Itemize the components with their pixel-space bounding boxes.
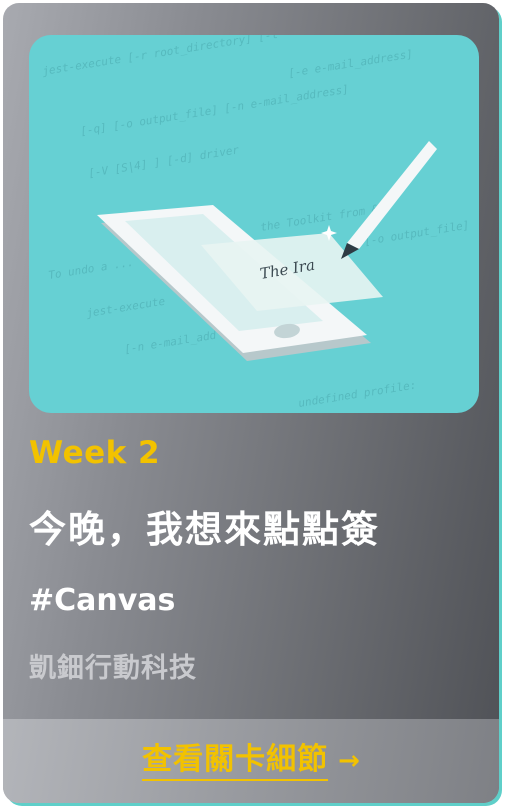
code-line: undefined profile: — [297, 378, 417, 409]
tablet-stylus-illustration: jest-execute [-r root_directory] [-l [-e… — [41, 35, 470, 410]
arrow-right-icon: → — [338, 746, 360, 776]
challenge-title: 今晚，我想來點點簽 — [29, 508, 380, 551]
view-details-link[interactable]: 查看關卡細節 → — [142, 741, 360, 781]
company-name: 凱鈿行動科技 — [29, 653, 197, 684]
hero-illustration: jest-execute [-r root_directory] [-l [-e… — [29, 35, 479, 413]
code-line: jest-execute — [85, 295, 166, 320]
code-line: [-q] [-o output_file] [-n e-mail_address… — [79, 83, 349, 138]
topic-tag: #Canvas — [29, 583, 176, 618]
code-line: To undo a ... — [47, 256, 134, 282]
code-line: [-e e-mail_address] — [287, 47, 413, 80]
view-details-label[interactable]: 查看關卡細節 — [142, 741, 329, 781]
card-footer: 查看關卡細節 → — [3, 719, 499, 803]
week-label: Week 2 — [29, 435, 161, 471]
challenge-card[interactable]: jest-execute [-r root_directory] [-l [-e… — [3, 3, 499, 803]
code-line: [-o output_file] — [363, 219, 470, 248]
code-line: [-n e-mail_add — [123, 329, 217, 356]
code-line: jest-execute [-r root_directory] [-l — [41, 35, 279, 78]
code-line: [-V [S|4] ] [-d] driver — [87, 143, 240, 180]
